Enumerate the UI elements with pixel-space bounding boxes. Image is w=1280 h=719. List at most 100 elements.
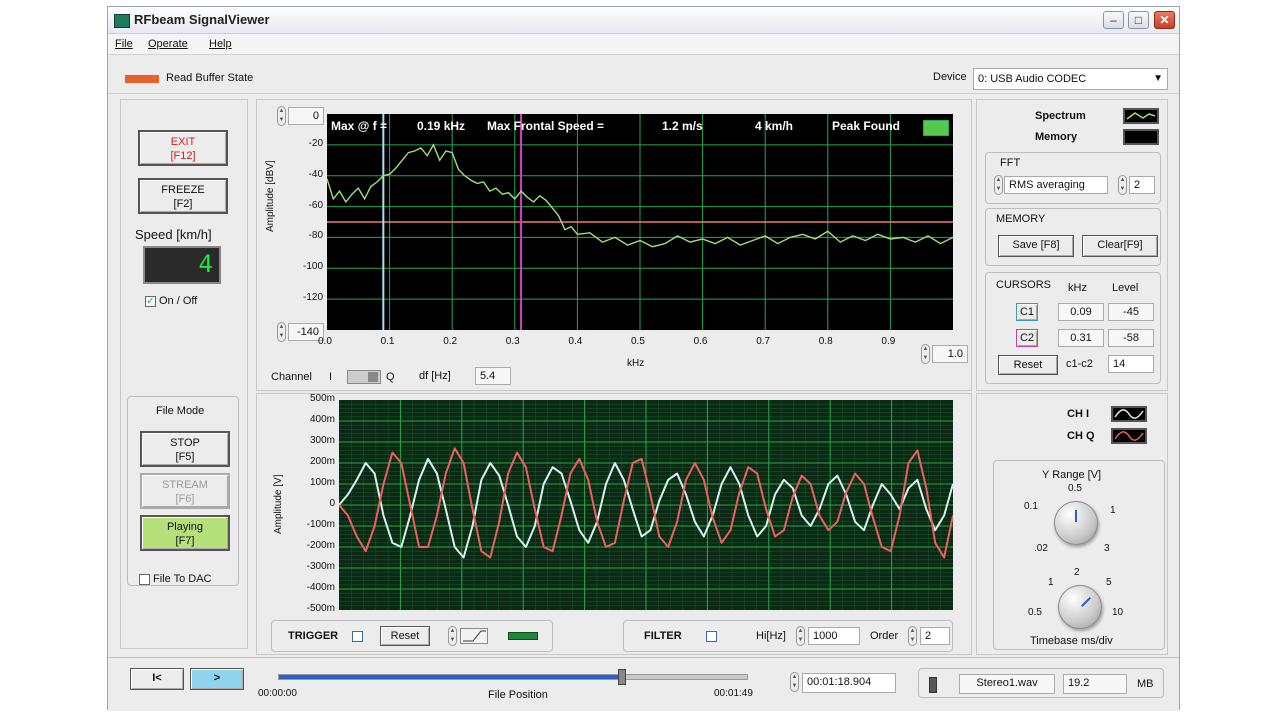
channel-i-label: I bbox=[329, 371, 333, 383]
minimize-button[interactable]: – bbox=[1103, 11, 1124, 29]
filter-label: FILTER bbox=[644, 630, 682, 642]
readout-freq: 0.19 kHz bbox=[417, 119, 466, 133]
time-end: 00:01:49 bbox=[714, 688, 753, 699]
timeplot-plot[interactable] bbox=[339, 400, 953, 610]
yrange-tick-3: .02 bbox=[1034, 543, 1048, 554]
freeze-shortcut: [F2] bbox=[173, 198, 193, 210]
current-time-field[interactable]: 00:01:18.904 bbox=[802, 673, 896, 693]
spectrum-xtick: 0.1 bbox=[380, 336, 395, 347]
spectrum-xtick: 0.4 bbox=[568, 336, 583, 347]
go-start-button[interactable]: I< bbox=[130, 668, 184, 690]
trigger-label: TRIGGER bbox=[288, 630, 339, 642]
cursor1-level: -45 bbox=[1108, 303, 1154, 321]
file-info-group: Stereo1.wav 19.2 MB bbox=[918, 668, 1164, 698]
ymin-spinner[interactable]: ▲ ▼ bbox=[277, 322, 286, 342]
readout-speed-kmh: 4 km/h bbox=[755, 119, 794, 133]
timeplot-ytick: 0 bbox=[329, 498, 335, 509]
channel-label: Channel bbox=[271, 371, 312, 383]
fft-mode-spinner[interactable]: ▲ ▼ bbox=[994, 175, 1003, 195]
trigger-slope-icon[interactable] bbox=[460, 628, 488, 644]
left-panel: EXIT [F12] FREEZE [F2] Speed [km/h] 4 ✓ On… bbox=[120, 99, 248, 649]
spectrum-ytick: -60 bbox=[308, 199, 323, 211]
playing-shortcut: [F7] bbox=[175, 535, 195, 547]
xmax-spinner[interactable]: ▲ ▼ bbox=[921, 344, 930, 364]
playing-button[interactable]: Playing [F7] bbox=[140, 515, 230, 551]
cursor1-button[interactable]: C1 bbox=[1016, 303, 1038, 321]
stop-button[interactable]: STOP [F5] bbox=[140, 431, 230, 467]
ymax-field[interactable]: 0 bbox=[288, 107, 324, 125]
spectrum-legend-swatch bbox=[1123, 108, 1159, 124]
exit-button[interactable]: EXIT [F12] bbox=[138, 130, 228, 166]
chi-legend-label: CH I bbox=[1067, 408, 1089, 420]
fft-mode-field[interactable]: RMS averaging bbox=[1004, 176, 1108, 194]
yrange-knob[interactable] bbox=[1054, 501, 1098, 545]
spectrum-xtick: 0.0 bbox=[318, 336, 332, 347]
cursor2-level: -58 bbox=[1108, 329, 1154, 347]
timeplot-ytick: 400m bbox=[309, 414, 335, 425]
filter-checkbox[interactable] bbox=[706, 631, 717, 642]
spectrum-plot[interactable]: Max @ f = 0.19 kHz Max Frontal Speed = 1… bbox=[327, 114, 953, 330]
trigger-slope-spinner[interactable]: ▲ ▼ bbox=[448, 626, 457, 646]
memory-legend-label: Memory bbox=[1035, 131, 1078, 143]
spectrum-xtick: 0.3 bbox=[505, 336, 520, 347]
spectrum-xtick: 0.2 bbox=[443, 336, 458, 347]
device-select[interactable]: 0: USB Audio CODEC ▼ bbox=[973, 68, 1168, 90]
hi-label: Hi[Hz] bbox=[756, 630, 786, 642]
file-to-dac-checkbox[interactable] bbox=[139, 574, 150, 585]
speed-label: Speed [km/h] bbox=[135, 227, 212, 242]
yrange-tick-0: 0.1 bbox=[1024, 501, 1038, 512]
bottom-bar: I< > 00:00:00 File Position 00:01:49 ▲ ▼ … bbox=[108, 657, 1179, 711]
file-position-thumb[interactable] bbox=[617, 669, 626, 685]
exit-label: EXIT bbox=[170, 136, 196, 148]
timebase-tick-4: 10 bbox=[1112, 607, 1124, 618]
channel-toggle[interactable] bbox=[347, 370, 381, 384]
menu-help[interactable]: Help bbox=[209, 38, 232, 50]
freeze-button[interactable]: FREEZE [F2] bbox=[138, 178, 228, 214]
timebase-tick-2: 5 bbox=[1106, 577, 1112, 588]
top-bar: Read Buffer State Device 0: USB Audio CO… bbox=[108, 55, 1179, 94]
window-title: RFbeam SignalViewer bbox=[134, 12, 270, 27]
order-label: Order bbox=[870, 630, 899, 642]
cursor2-button[interactable]: C2 bbox=[1016, 329, 1038, 347]
play-button[interactable]: > bbox=[190, 668, 244, 690]
hi-field[interactable]: 1000 bbox=[808, 627, 860, 645]
close-button[interactable]: ✕ bbox=[1154, 11, 1175, 29]
chq-legend-label: CH Q bbox=[1067, 430, 1095, 442]
xmax-field[interactable]: 1.0 bbox=[932, 345, 968, 363]
menu-bar: File Operate Help bbox=[108, 34, 1179, 55]
trigger-indicator bbox=[508, 632, 538, 640]
trigger-checkbox[interactable] bbox=[352, 631, 363, 642]
device-label: Device bbox=[933, 71, 967, 83]
clear-memory-button[interactable]: Clear[F9] bbox=[1082, 235, 1158, 257]
filter-group: FILTER Hi[Hz] ▲ ▼ 1000 Order ▲ ▼ 2 bbox=[623, 620, 953, 652]
memory-legend-swatch bbox=[1123, 129, 1159, 145]
timebase-knob[interactable] bbox=[1058, 585, 1102, 629]
file-size-unit: MB bbox=[1137, 678, 1154, 690]
spectrum-section: ▲ ▼ 0 ▲ ▼ -140 ▲ ▼ 1.0 Amplitude [dBV] -20-… bbox=[256, 99, 972, 391]
maximize-button[interactable]: □ bbox=[1128, 11, 1149, 29]
order-field[interactable]: 2 bbox=[920, 627, 950, 645]
save-memory-button[interactable]: Save [F8] bbox=[998, 235, 1074, 257]
readout-max-label: Max @ f = bbox=[331, 119, 388, 133]
timeplot-ytick: -100m bbox=[306, 519, 335, 530]
readout-speed-label: Max Frontal Speed = bbox=[487, 119, 605, 133]
onoff-checkbox[interactable]: ✓ bbox=[145, 296, 156, 307]
file-position-track[interactable] bbox=[278, 669, 748, 685]
fft-count-spinner[interactable]: ▲ ▼ bbox=[1118, 175, 1127, 195]
menu-operate[interactable]: Operate bbox=[148, 38, 188, 50]
timebase-tick-1: 2 bbox=[1074, 567, 1080, 578]
file-mode-group: File Mode STOP [F5] STREAM [F6] Playing [F7… bbox=[127, 396, 239, 586]
hi-spinner[interactable]: ▲ ▼ bbox=[796, 626, 805, 646]
chi-legend-swatch bbox=[1111, 406, 1147, 422]
trigger-reset-button[interactable]: Reset bbox=[380, 626, 430, 646]
ymax-spinner[interactable]: ▲ ▼ bbox=[277, 106, 286, 126]
fft-count-field[interactable]: 2 bbox=[1129, 176, 1155, 194]
yrange-tick-4: 3 bbox=[1104, 543, 1110, 554]
menu-file[interactable]: File bbox=[115, 38, 133, 50]
stream-button[interactable]: STREAM [F6] bbox=[140, 473, 230, 509]
spectrum-ytick: -100 bbox=[302, 261, 323, 273]
order-spinner[interactable]: ▲ ▼ bbox=[908, 626, 917, 646]
file-name-field: Stereo1.wav bbox=[959, 674, 1055, 694]
cursor-reset-button[interactable]: Reset bbox=[998, 355, 1058, 375]
current-time-spinner[interactable]: ▲ ▼ bbox=[790, 672, 799, 692]
